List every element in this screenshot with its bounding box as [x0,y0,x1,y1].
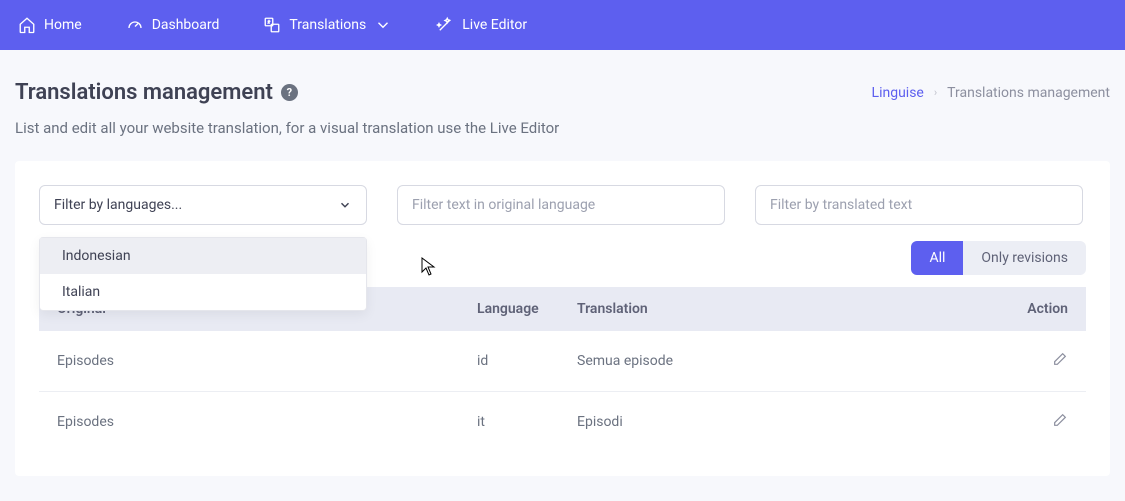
table-row: Episodes it Episodi [39,392,1086,452]
th-language: Language [477,301,577,317]
translated-text-filter[interactable]: Filter by translated text [755,185,1083,225]
table-row: Episodes id Semua episode [39,331,1086,392]
th-action: Action [998,301,1068,317]
page-header: Translations management ? Linguise › Tra… [15,80,1110,105]
dropdown-item-italian[interactable]: Italian [40,274,366,310]
help-icon[interactable]: ? [281,84,298,101]
wand-icon [436,16,454,34]
th-translation: Translation [577,301,998,317]
cell-original: Episodes [57,414,477,430]
nav-dashboard-label: Dashboard [152,17,220,33]
cell-translation: Semua episode [577,353,998,369]
nav-home-label: Home [44,17,82,33]
toggle-revisions[interactable]: Only revisions [963,241,1086,275]
cell-language: it [477,414,577,430]
toggle-all[interactable]: All [911,241,963,275]
nav-translations[interactable]: Translations [255,10,400,40]
chevron-right-icon: › [934,86,937,99]
nav-home[interactable]: Home [10,10,90,40]
nav-dashboard[interactable]: Dashboard [118,10,228,40]
page-title: Translations management [15,80,273,105]
cell-action [998,351,1068,371]
filters-row: Filter by languages... Filter text in or… [39,185,1086,225]
breadcrumb-root[interactable]: Linguise [872,85,924,101]
filter-card: Filter by languages... Filter text in or… [15,161,1110,476]
chevron-down-icon [338,198,352,212]
cell-translation: Episodi [577,414,998,430]
cell-language: id [477,353,577,369]
revision-toggle: All Only revisions [911,241,1086,275]
chevron-down-icon [374,16,392,34]
language-filter-select[interactable]: Filter by languages... [39,185,367,225]
translations-table: Original Language Translation Action Epi… [39,287,1086,452]
translated-filter-placeholder: Filter by translated text [770,197,912,213]
language-dropdown: Indonesian Italian [39,237,367,311]
cell-action [998,412,1068,432]
breadcrumb: Linguise › Translations management [872,85,1110,101]
translate-icon [263,16,281,34]
nav-translations-label: Translations [289,17,366,33]
original-text-filter[interactable]: Filter text in original language [397,185,725,225]
original-filter-placeholder: Filter text in original language [412,197,595,213]
breadcrumb-current: Translations management [947,85,1110,101]
home-icon [18,16,36,34]
edit-icon[interactable] [1052,412,1068,428]
language-filter-placeholder: Filter by languages... [54,197,182,213]
gauge-icon [126,16,144,34]
dropdown-item-indonesian[interactable]: Indonesian [40,238,366,274]
nav-live-editor[interactable]: Live Editor [428,10,535,40]
nav-live-editor-label: Live Editor [462,17,527,33]
navbar: Home Dashboard Translations Live Editor [0,0,1125,50]
cell-original: Episodes [57,353,477,369]
edit-icon[interactable] [1052,351,1068,367]
page-subtitle: List and edit all your website translati… [15,119,1110,137]
